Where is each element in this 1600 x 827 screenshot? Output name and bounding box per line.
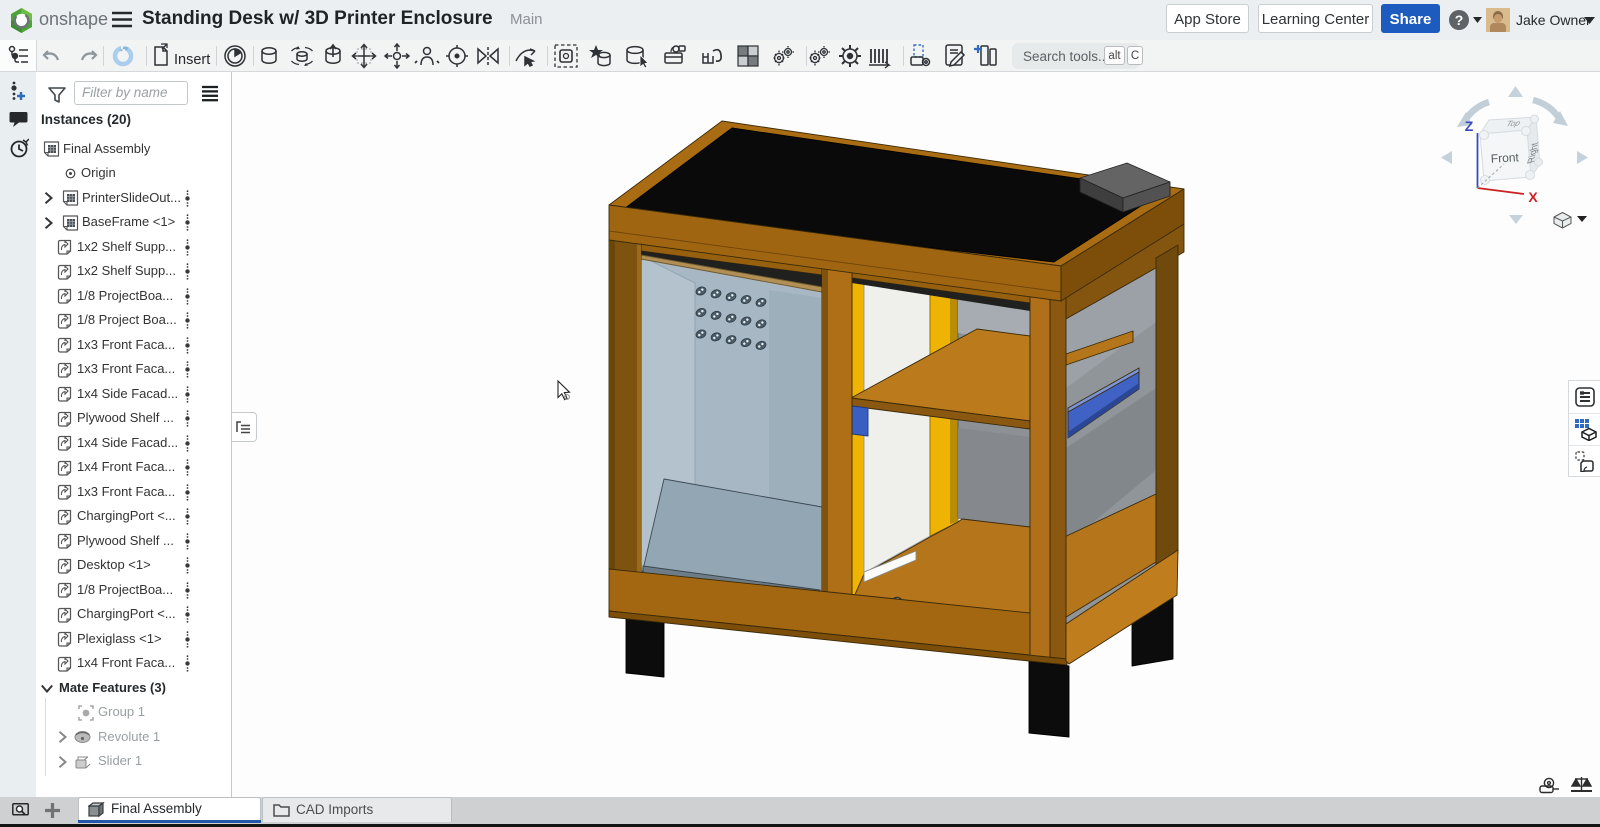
svg-text:?: ?: [1455, 12, 1464, 28]
